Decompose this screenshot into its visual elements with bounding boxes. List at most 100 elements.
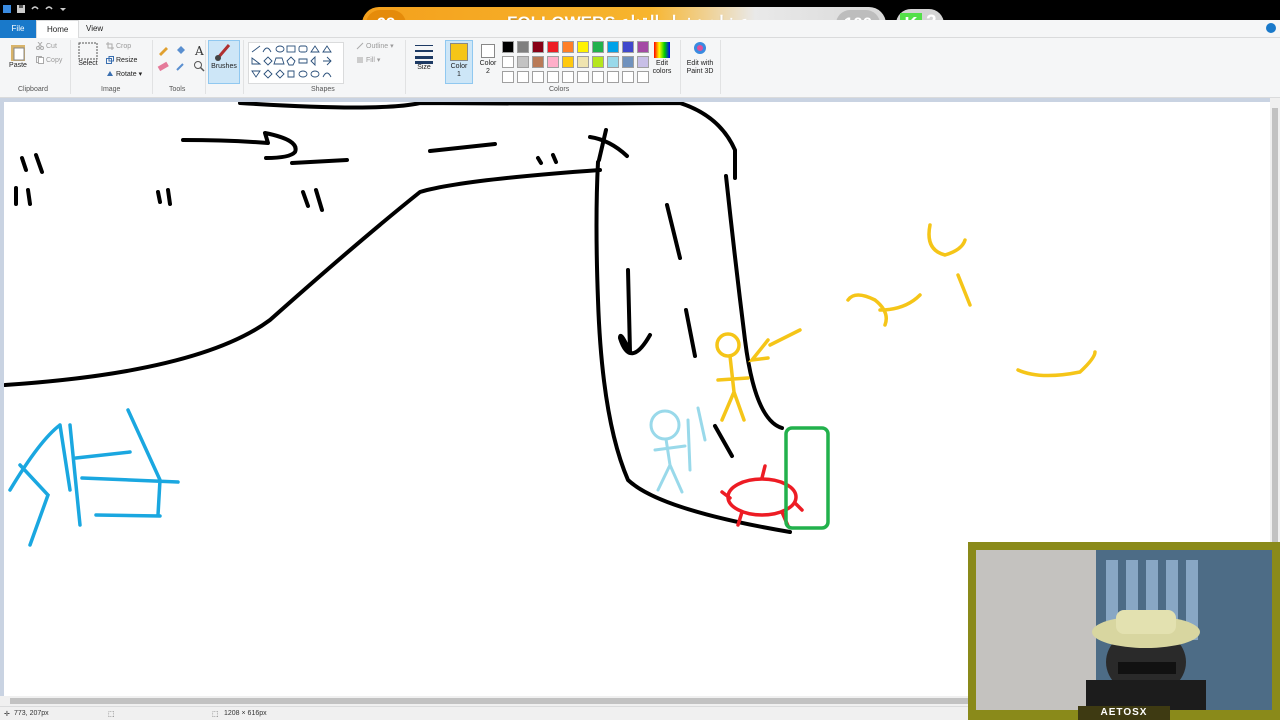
paste-button[interactable]: Paste — [6, 42, 30, 69]
palette-swatch[interactable] — [547, 56, 559, 68]
dash-3 — [665, 203, 682, 260]
edit-colors-button[interactable]: Edit colors — [648, 40, 676, 76]
palette-swatch[interactable] — [592, 56, 604, 68]
resize-icon — [106, 56, 114, 64]
undo-icon[interactable] — [30, 4, 40, 14]
palette-swatch[interactable] — [607, 71, 619, 83]
lightblue-figure-drawing — [649, 406, 707, 494]
svg-text:A: A — [194, 44, 204, 56]
palette-swatch[interactable] — [577, 41, 589, 53]
separator — [243, 40, 244, 94]
crop-button[interactable]: Crop — [106, 42, 131, 50]
streamer-name: AETOSX — [1078, 706, 1170, 720]
eraser-icon[interactable] — [157, 60, 169, 72]
qat-dropdown-icon[interactable] — [58, 4, 68, 14]
shapes-gallery[interactable] — [248, 42, 344, 84]
palette-swatch[interactable] — [577, 71, 589, 83]
outline-icon — [356, 42, 364, 50]
tab-view[interactable]: View — [76, 20, 113, 38]
edit-paint3d-button[interactable]: Edit with Paint 3D — [683, 40, 717, 76]
red-turtle-drawing — [720, 464, 804, 528]
palette-swatch[interactable] — [622, 41, 634, 53]
brushes-button[interactable]: Brushes — [208, 40, 240, 84]
palette-swatch[interactable] — [607, 41, 619, 53]
palette-swatch[interactable] — [592, 41, 604, 53]
palette-swatch[interactable] — [547, 41, 559, 53]
cursor-position-icon: ✛ — [4, 711, 10, 718]
copy-icon — [36, 56, 44, 64]
shapes-icon — [251, 45, 332, 79]
fill-icon — [356, 56, 364, 64]
blue-house-drawing — [8, 408, 180, 547]
down-arrow — [618, 268, 652, 356]
palette-swatch[interactable] — [592, 71, 604, 83]
text-icon[interactable]: A — [193, 44, 205, 56]
palette-swatch[interactable] — [607, 56, 619, 68]
edit-colors-label: Edit colors — [652, 60, 672, 75]
rotate-button[interactable]: Rotate ▾ — [106, 70, 142, 78]
webcam-person-image — [976, 550, 1272, 710]
palette-swatch[interactable] — [547, 71, 559, 83]
dash-4 — [684, 308, 697, 358]
palette-swatch[interactable] — [502, 56, 514, 68]
dash-2 — [428, 142, 497, 153]
save-icon[interactable] — [16, 4, 26, 14]
road-upper-curve — [3, 168, 602, 387]
canvas-size: 1208 × 616px — [224, 710, 267, 717]
palette-swatch[interactable] — [562, 41, 574, 53]
cursor-position: 773, 207px — [14, 710, 49, 717]
palette-swatch[interactable] — [517, 71, 529, 83]
magnifier-icon[interactable] — [193, 60, 205, 72]
tools-grid: A — [157, 44, 207, 72]
copy-button[interactable]: Copy — [36, 56, 62, 64]
paint3d-icon — [694, 42, 706, 54]
scroll-thumb[interactable] — [10, 698, 970, 704]
resize-button[interactable]: Resize — [106, 56, 137, 64]
palette-swatch[interactable] — [532, 41, 544, 53]
fill-button[interactable]: Fill ▾ — [356, 56, 380, 64]
pencil-icon[interactable] — [157, 44, 169, 56]
separator — [205, 40, 206, 94]
cut-label: Cut — [46, 42, 57, 50]
green-rectangle-drawing — [784, 426, 830, 530]
edit-paint3d-label: Edit with Paint 3D — [686, 60, 714, 75]
palette-swatch[interactable] — [622, 71, 634, 83]
copy-label: Copy — [46, 56, 63, 64]
tab-home[interactable]: Home — [36, 20, 80, 39]
color-picker-icon[interactable] — [175, 60, 187, 72]
outline-button[interactable]: Outline ▾ — [356, 42, 394, 50]
rotate-label: Rotate — [116, 71, 137, 78]
palette-swatch[interactable] — [517, 41, 529, 53]
size-label: Size — [417, 64, 431, 71]
brush-icon — [215, 44, 231, 61]
color2-button[interactable]: Color 2 — [476, 40, 500, 84]
rotate-icon — [106, 70, 114, 78]
palette-swatch[interactable] — [502, 41, 514, 53]
tab-file[interactable]: File — [0, 20, 36, 38]
fill-bucket-icon[interactable] — [175, 44, 187, 56]
redo-icon[interactable] — [44, 4, 54, 14]
scissors-icon — [36, 41, 44, 50]
palette-swatch[interactable] — [562, 71, 574, 83]
palette-swatch[interactable] — [517, 56, 529, 68]
palette-swatch[interactable] — [532, 56, 544, 68]
color-palette — [502, 41, 649, 83]
dash-1 — [290, 158, 349, 165]
color1-button[interactable]: Color 1 — [445, 40, 473, 84]
separator — [680, 40, 681, 94]
shapes-group-label: Shapes — [311, 86, 335, 93]
color1-swatch — [450, 43, 468, 61]
palette-swatch[interactable] — [532, 71, 544, 83]
cut-button[interactable]: Cut — [36, 41, 57, 50]
palette-swatch[interactable] — [622, 56, 634, 68]
tools-group-label: Tools — [169, 86, 186, 93]
palette-swatch[interactable] — [577, 56, 589, 68]
palette-swatch[interactable] — [562, 56, 574, 68]
color1-label: Color 1 — [450, 63, 468, 78]
select-button[interactable]: Select — [76, 42, 100, 67]
ribbon: Paste Cut Copy Clipboard Select Crop Res… — [0, 38, 1280, 98]
palette-swatch[interactable] — [502, 71, 514, 83]
color2-swatch — [481, 44, 495, 58]
help-icon[interactable] — [1266, 23, 1276, 33]
size-button[interactable]: Size — [412, 42, 436, 71]
